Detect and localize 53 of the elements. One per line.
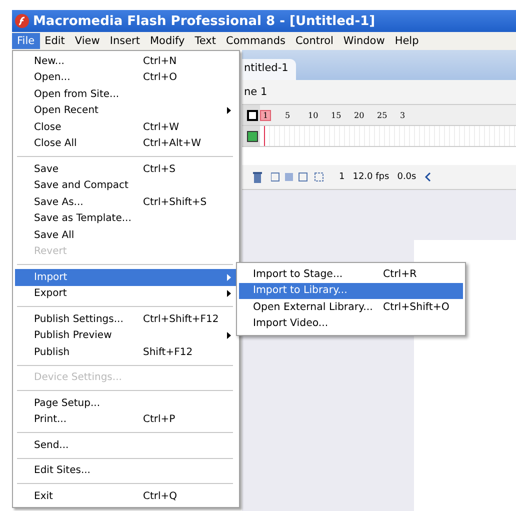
scene-label: ne 1: [244, 86, 268, 98]
document-tab[interactable]: ntitled-1: [242, 59, 296, 80]
window-title: Macromedia Flash Professional 8 - [Untitled-1]: [33, 14, 376, 28]
frame-number: 10: [308, 110, 320, 120]
menu-item[interactable]: Close Ctrl+W: [15, 119, 237, 136]
menu-item[interactable]: Open... Ctrl+O: [15, 70, 237, 86]
menu-item[interactable]: Close All Ctrl+Alt+W: [15, 136, 237, 152]
menu-item[interactable]: Print... Ctrl+P: [15, 412, 237, 428]
frame-number: 25: [377, 110, 388, 120]
menu-item[interactable]: Edit Sites...: [15, 462, 237, 479]
menu-title[interactable]: Commands: [221, 33, 290, 49]
menu-title[interactable]: View: [70, 33, 105, 49]
trash-icon[interactable]: [252, 171, 263, 183]
menu-title[interactable]: Window: [338, 33, 390, 49]
frame-number: 3: [400, 110, 406, 120]
menu-item[interactable]: Import to Stage... Ctrl+R: [239, 266, 463, 282]
menu-item[interactable]: Save As... Ctrl+Shift+S: [15, 194, 237, 210]
menu-item[interactable]: Import Video...: [239, 316, 463, 332]
frame-number: 20: [354, 110, 366, 120]
layer-icon[interactable]: [247, 130, 258, 142]
menu-title[interactable]: File: [12, 33, 40, 49]
frame-number: 15: [331, 110, 342, 120]
menu-item[interactable]: New... Ctrl+N: [15, 53, 237, 70]
menu-item[interactable]: Save Ctrl+S: [15, 161, 237, 178]
elapsed-time: 0.0s: [397, 172, 416, 182]
menu-title[interactable]: Help: [390, 33, 424, 49]
menu-item[interactable]: Import: [15, 269, 237, 286]
current-frame-marker[interactable]: 1: [260, 110, 271, 120]
menu-item[interactable]: Exit Ctrl+Q: [15, 488, 237, 504]
menu-item[interactable]: Save and Compact: [15, 178, 237, 194]
app-logo-icon: [15, 14, 29, 28]
menu-item[interactable]: Page Setup...: [15, 395, 237, 412]
outline-square-icon[interactable]: [247, 110, 258, 120]
menu-title[interactable]: Edit: [40, 33, 70, 49]
frame-number: 5: [285, 110, 292, 120]
scroll-left-icon[interactable]: [424, 172, 432, 182]
menu-item[interactable]: Import to Library...: [239, 282, 463, 299]
menu-item[interactable]: Save as Template...: [15, 210, 237, 227]
menu-title[interactable]: Text: [190, 33, 222, 49]
menu-item[interactable]: Publish Preview: [15, 328, 237, 344]
current-frame: 1: [339, 172, 345, 182]
menu-item[interactable]: Open Recent: [15, 102, 237, 119]
menu-title[interactable]: Control: [290, 33, 338, 49]
menu-item[interactable]: Publish Settings... Ctrl+Shift+F12: [15, 311, 237, 328]
menu-item[interactable]: Open External Library... Ctrl+Shift+O: [239, 299, 463, 316]
menu-item[interactable]: Open from Site...: [15, 86, 237, 102]
menu-item[interactable]: Save All: [15, 227, 237, 244]
menu-title[interactable]: Modify: [144, 33, 190, 49]
menu-item[interactable]: Publish Shift+F12: [15, 344, 237, 360]
menu-title[interactable]: Insert: [104, 33, 145, 49]
menu-item[interactable]: Send...: [15, 437, 237, 454]
frame-rate: 12.0 fps: [352, 172, 390, 182]
menu-item[interactable]: Export: [15, 286, 237, 302]
